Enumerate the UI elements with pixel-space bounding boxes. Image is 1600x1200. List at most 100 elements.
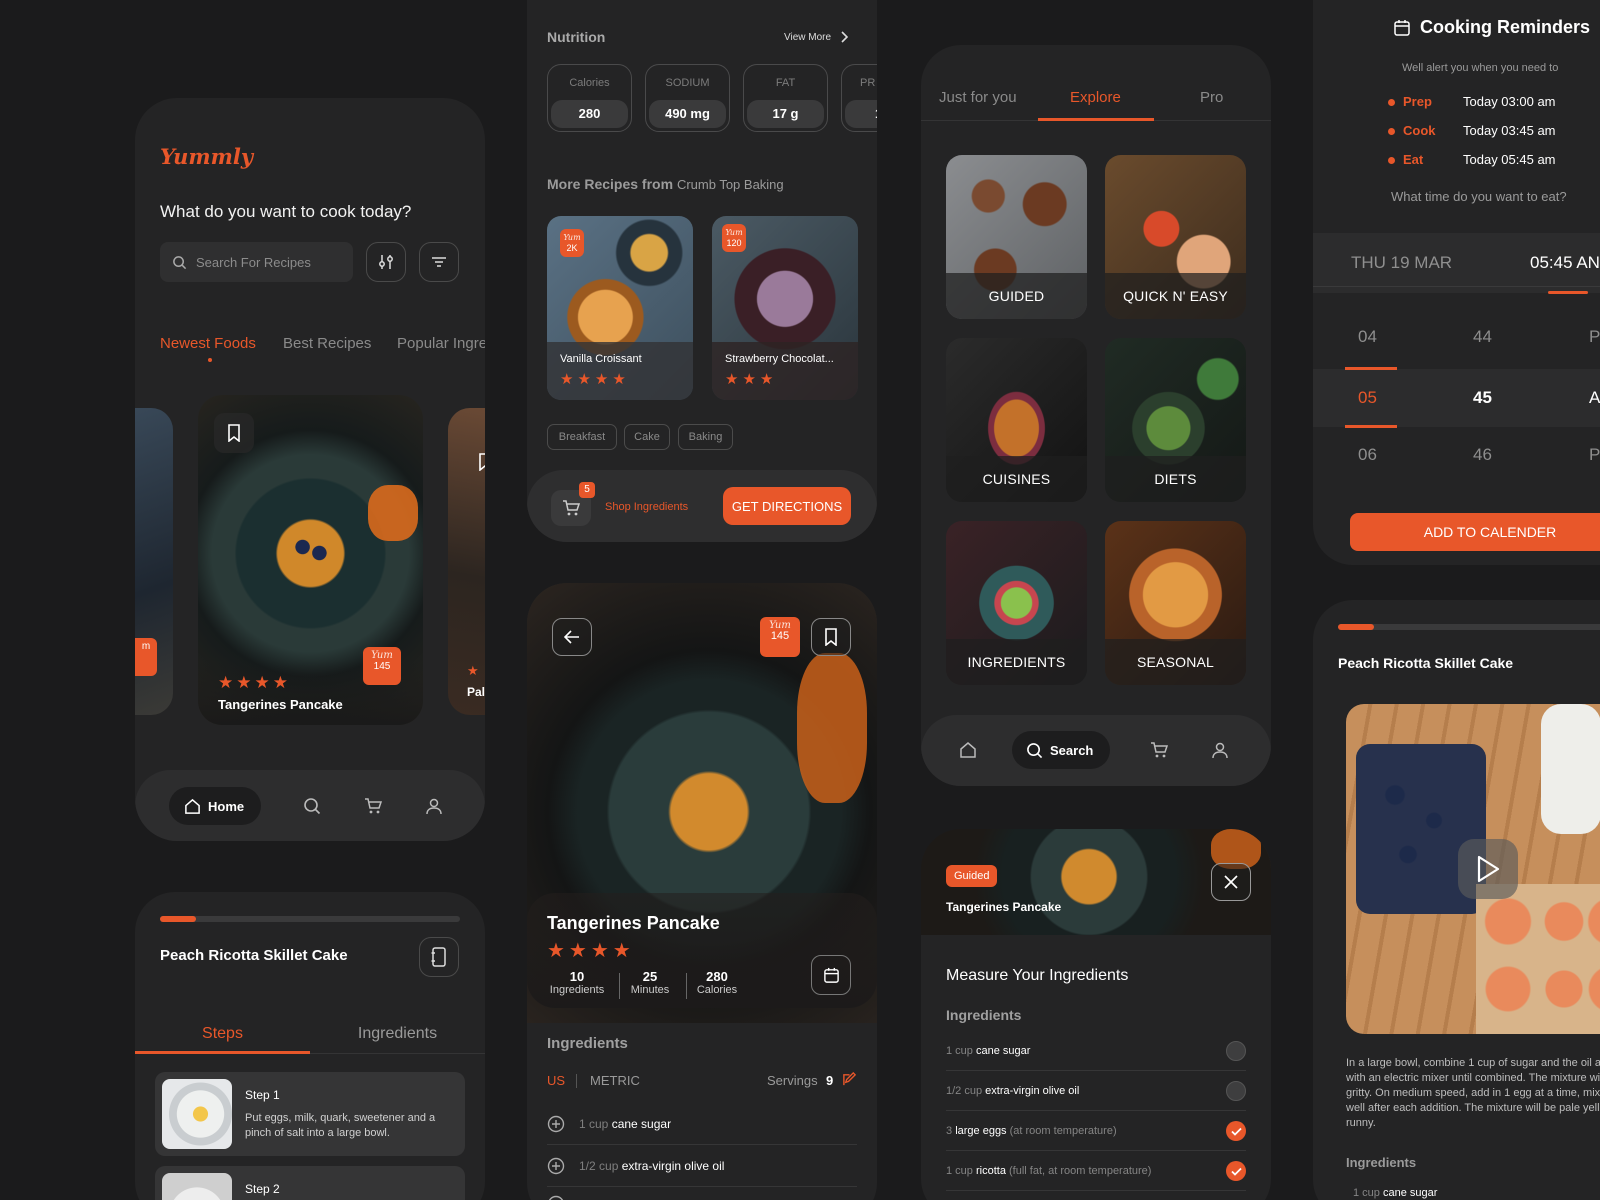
cart-button[interactable]: 5 <box>551 482 595 526</box>
minute-option[interactable]: 46 <box>1473 445 1492 465</box>
tab-pro[interactable]: Pro <box>1200 89 1223 106</box>
measure-item[interactable]: 3 large eggs (at room temperature) <box>946 1111 1246 1151</box>
video-progress-track <box>1338 624 1600 630</box>
detail-rating: ★★★★ <box>547 940 635 962</box>
category-label: INGREDIENTS <box>946 639 1087 685</box>
tag-chip[interactable]: Cake <box>624 424 670 450</box>
back-button[interactable] <box>552 618 592 656</box>
ingredient-name: cane sugar <box>1382 1187 1438 1199</box>
nav-home[interactable]: Home <box>169 787 261 825</box>
bookmark-button[interactable] <box>811 618 851 656</box>
ampm-option[interactable]: P <box>1589 327 1600 347</box>
selected-date[interactable]: THU 19 MAR <box>1351 253 1452 273</box>
get-directions-button[interactable]: GET DIRECTIONS <box>723 487 851 525</box>
plus-circle-icon[interactable] <box>547 1195 565 1200</box>
tag-chip[interactable]: Breakfast <box>547 424 617 450</box>
play-button[interactable] <box>1458 839 1518 899</box>
category-quick-n-easy[interactable]: QUICK N' EASY <box>1105 155 1246 319</box>
stat-minutes: 25 Minutes <box>627 969 673 996</box>
measure-checkbox-checked[interactable] <box>1226 1121 1246 1141</box>
plus-circle-icon[interactable] <box>547 1115 565 1133</box>
hour-option[interactable]: 06 <box>1358 445 1377 465</box>
add-to-calendar-button[interactable] <box>811 955 851 995</box>
tab-newest-foods[interactable]: Newest Foods <box>160 335 256 352</box>
nav-search[interactable]: Search <box>1012 731 1110 769</box>
featured-recipe-card[interactable]: Yum 145 ★★★★ Tangerines Pancake <box>198 395 423 725</box>
measure-checkbox[interactable] <box>1226 1041 1246 1061</box>
tab-explore[interactable]: Explore <box>1070 89 1121 106</box>
recipe-card-croissant[interactable]: Yum 2K Vanilla Croissant ★★★★ <box>547 216 693 400</box>
close-button[interactable] <box>1211 863 1251 901</box>
measure-checkbox-checked[interactable] <box>1226 1161 1246 1181</box>
tab-just-for-you[interactable]: Just for you <box>939 89 1017 106</box>
measure-title: Measure Your Ingredients <box>946 967 1129 984</box>
unit-metric[interactable]: METRIC <box>590 1073 640 1088</box>
cart-icon[interactable] <box>364 797 382 815</box>
home-icon[interactable] <box>959 741 977 759</box>
category-diets[interactable]: DIETS <box>1105 338 1246 502</box>
measure-recipe-name: Tangerines Pancake <box>946 900 1062 914</box>
minute-selected[interactable]: 45 <box>1473 388 1492 408</box>
chevron-right-icon <box>841 31 849 43</box>
measure-checkbox[interactable] <box>1226 1081 1246 1101</box>
reminder-label: Cook <box>1403 123 1436 138</box>
hour-selected[interactable]: 05 <box>1358 388 1377 408</box>
measure-item[interactable]: 1/2 cup extra-virgin olive oil <box>946 1071 1246 1111</box>
yum-badge: Yum 2K <box>560 229 584 257</box>
video-thumbnail[interactable] <box>1346 704 1600 1034</box>
detail-title: Tangerines Pancake <box>547 913 720 933</box>
plus-circle-icon[interactable] <box>547 1157 565 1175</box>
bookmark-button[interactable] <box>214 413 254 453</box>
category-ingredients[interactable]: INGREDIENTS <box>946 521 1087 685</box>
cart-icon[interactable] <box>1150 741 1168 759</box>
step-card[interactable]: Step 2 <box>155 1166 465 1200</box>
category-seasonal[interactable]: SEASONAL <box>1105 521 1246 685</box>
category-cuisines[interactable]: CUISINES <box>946 338 1087 502</box>
tab-ingredients[interactable]: Ingredients <box>310 1025 485 1043</box>
play-icon <box>1476 855 1500 883</box>
tab-steps[interactable]: Steps <box>135 1025 310 1043</box>
reminder-label: Eat <box>1403 152 1424 167</box>
category-guided[interactable]: GUIDED <box>946 155 1087 319</box>
stat-value: 10 <box>569 969 585 984</box>
carousel-card-left[interactable]: m <box>135 408 173 715</box>
measure-item[interactable]: 1 cup ricotta (full fat, at room tempera… <box>946 1151 1246 1191</box>
tab-popular-ingredients[interactable]: Popular Ingre <box>397 335 485 352</box>
tab-best-recipes[interactable]: Best Recipes <box>283 335 371 352</box>
sort-button[interactable] <box>419 242 459 282</box>
minute-option[interactable]: 44 <box>1473 327 1492 347</box>
yum-badge-label: Yum <box>725 228 743 237</box>
nav-search-label: Search <box>1050 742 1094 758</box>
servings-label: Servings <box>767 1073 818 1088</box>
search-input[interactable]: Search For Recipes <box>160 242 353 282</box>
tablet-view-button[interactable] <box>419 937 459 977</box>
hour-underline-bottom <box>1345 425 1397 428</box>
ingredient-row[interactable]: 1 cup cane sugar <box>547 1103 857 1145</box>
measure-item[interactable]: 1 cup cane sugar <box>946 1031 1246 1071</box>
view-more-link[interactable]: View More <box>784 31 849 43</box>
filter-sliders-button[interactable] <box>366 242 406 282</box>
recipe-card-strawberry[interactable]: Yum 120 Strawberry Chocolat... ★★★ <box>712 216 858 400</box>
step-card[interactable]: Step 1 Put eggs, milk, quark, sweetener … <box>155 1072 465 1156</box>
selected-time[interactable]: 05:45 AN <box>1530 253 1600 273</box>
featured-title: Tangerines Pancake <box>218 697 343 712</box>
yum-badge-label: Yum <box>371 650 393 661</box>
carousel-card-right[interactable]: ★ Pal <box>448 408 485 715</box>
step-1-photo <box>162 1079 232 1149</box>
search-icon[interactable] <box>303 797 321 815</box>
nutrition-label: FAT <box>775 77 796 89</box>
measure-ingredients-screen: Guided Tangerines Pancake Measure Your I… <box>921 829 1271 1200</box>
ampm-option[interactable]: P <box>1589 445 1600 465</box>
nutrition-protein: PR 1 <box>841 64 877 132</box>
shop-ingredients-link[interactable]: Shop Ingredients <box>605 501 688 513</box>
profile-icon[interactable] <box>1211 741 1229 759</box>
ingredient-row[interactable]: 1/2 cup extra-virgin olive oil <box>547 1145 857 1187</box>
profile-icon[interactable] <box>425 797 443 815</box>
edit-icon[interactable] <box>842 1072 857 1087</box>
hour-option[interactable]: 04 <box>1358 327 1377 347</box>
ampm-selected[interactable]: A <box>1589 388 1600 408</box>
unit-us[interactable]: US <box>547 1073 565 1088</box>
add-to-calendar-button[interactable]: ADD TO CALENDER <box>1350 513 1600 551</box>
stat-divider <box>619 973 620 999</box>
tag-chip[interactable]: Baking <box>678 424 733 450</box>
